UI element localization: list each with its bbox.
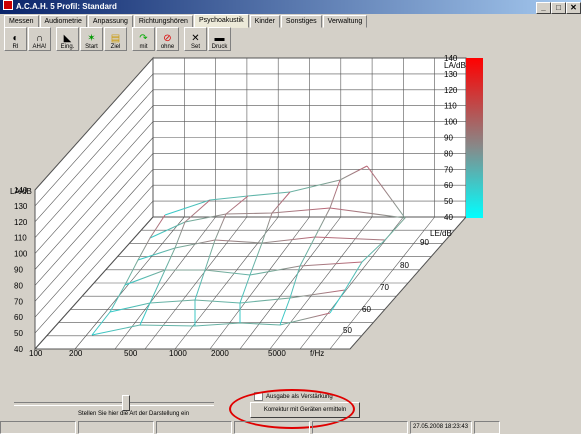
mit-label: mit xyxy=(139,44,148,50)
window-title: A.C.A.H. 5 Profil: Standard xyxy=(16,2,117,11)
headphones-icon: ∩ xyxy=(35,33,44,44)
right-tick: 120 xyxy=(444,86,458,95)
eing-button[interactable]: ◣ Eing. xyxy=(56,27,79,51)
z-tick: 50 xyxy=(343,326,352,335)
slider-hint: Stellen Sie hier die Art der Darstellung… xyxy=(78,411,190,417)
start-button[interactable]: ✶ Start xyxy=(80,27,103,51)
printer-icon: ▬ xyxy=(214,33,225,44)
aha-label: AHA! xyxy=(32,44,47,50)
with-icon: ↷ xyxy=(139,33,148,44)
x-tick: 1000 xyxy=(169,349,187,358)
tools-icon: ✕ xyxy=(191,33,200,44)
maximize-button[interactable]: □ xyxy=(551,2,566,14)
x-tick: 200 xyxy=(69,349,83,358)
color-scale xyxy=(466,58,483,218)
display-slider-thumb[interactable] xyxy=(122,395,130,411)
minimize-button[interactable]: _ xyxy=(536,2,551,14)
app-icon xyxy=(3,0,13,10)
plot-3d: LA/dB140130120110100908070605040LA/dB140… xyxy=(10,54,468,358)
y-tick: 110 xyxy=(14,234,27,243)
without-icon: ⊘ xyxy=(163,33,172,44)
z-tick: 60 xyxy=(362,305,371,314)
x-axis-label: f/Hz xyxy=(310,349,324,358)
druck-label: Druck xyxy=(211,44,228,50)
right-tick: 50 xyxy=(444,197,453,206)
right-tick: 80 xyxy=(444,149,453,158)
y-tick: 40 xyxy=(14,345,23,354)
ziel-button[interactable]: ▤ Ziel xyxy=(104,27,127,51)
right-tick: 70 xyxy=(444,165,453,174)
display-slider-track[interactable] xyxy=(14,402,214,406)
ri-button[interactable]: ◐ RI xyxy=(4,27,27,51)
tab-verwaltung[interactable]: Verwaltung xyxy=(322,15,368,28)
ziel-label: Ziel xyxy=(110,44,121,50)
eing-label: Eing. xyxy=(60,44,75,50)
ear-icon: ◐ xyxy=(12,33,19,44)
x-tick: 500 xyxy=(124,349,138,358)
x-tick: 5000 xyxy=(268,349,286,358)
start-icon: ✶ xyxy=(87,33,96,44)
druck-button[interactable]: ▬ Druck xyxy=(208,27,231,51)
set-button[interactable]: ✕ Set xyxy=(184,27,207,51)
tab-sonstiges[interactable]: Sonstiges xyxy=(280,15,322,28)
close-button[interactable]: ✕ xyxy=(566,2,581,14)
tab-bar: Messen Audiometrie Anpassung Richtungshö… xyxy=(4,14,368,28)
y-tick: 140 xyxy=(14,186,28,195)
ohne-button[interactable]: ⊘ ohne xyxy=(156,27,179,51)
tab-kinder[interactable]: Kinder xyxy=(249,15,280,28)
y-tick: 130 xyxy=(14,202,28,211)
ri-label: RI xyxy=(12,44,19,50)
z-axis-label: LE/dB xyxy=(430,229,452,238)
y-tick: 70 xyxy=(14,297,23,306)
y-tick: 100 xyxy=(14,250,28,259)
right-tick: 130 xyxy=(444,70,458,79)
input-icon: ◣ xyxy=(63,33,72,44)
x-tick: 2000 xyxy=(211,349,229,358)
title-bar: A.C.A.H. 5 Profil: Standard _ □ ✕ xyxy=(0,0,581,14)
z-tick: 90 xyxy=(420,238,429,247)
target-icon: ▤ xyxy=(110,33,121,44)
x-tick: 100 xyxy=(29,349,43,358)
y-tick: 50 xyxy=(14,329,23,338)
right-tick: 40 xyxy=(444,213,453,222)
right-tick: 140 xyxy=(444,54,458,63)
y-tick: 60 xyxy=(14,313,23,322)
y-tick: 90 xyxy=(14,266,23,275)
status-bar: 27.05.2008 18:23:43 xyxy=(0,421,581,434)
y-tick: 80 xyxy=(14,281,23,290)
status-datetime: 27.05.2008 18:23:43 xyxy=(410,421,472,434)
y-tick: 120 xyxy=(14,218,28,227)
z-tick: 80 xyxy=(400,261,409,270)
right-tick: 60 xyxy=(444,181,453,190)
ohne-label: ohne xyxy=(160,44,175,50)
toolbar: ◐ RI ∩ AHA! ◣ Eing. ✶ Start ▤ Ziel ↷ mit ⊘ ohne… xyxy=(4,27,232,51)
z-tick: 70 xyxy=(380,283,389,292)
right-tick: 90 xyxy=(444,134,453,143)
start-label: Start xyxy=(85,44,98,50)
mit-button[interactable]: ↷ mit xyxy=(132,27,155,51)
tab-psychoakustik[interactable]: Psychoakustik xyxy=(193,14,249,28)
aha-button[interactable]: ∩ AHA! xyxy=(28,27,51,51)
set-label: Set xyxy=(190,44,200,50)
right-tick: 110 xyxy=(444,102,457,111)
right-tick: 100 xyxy=(444,118,458,127)
